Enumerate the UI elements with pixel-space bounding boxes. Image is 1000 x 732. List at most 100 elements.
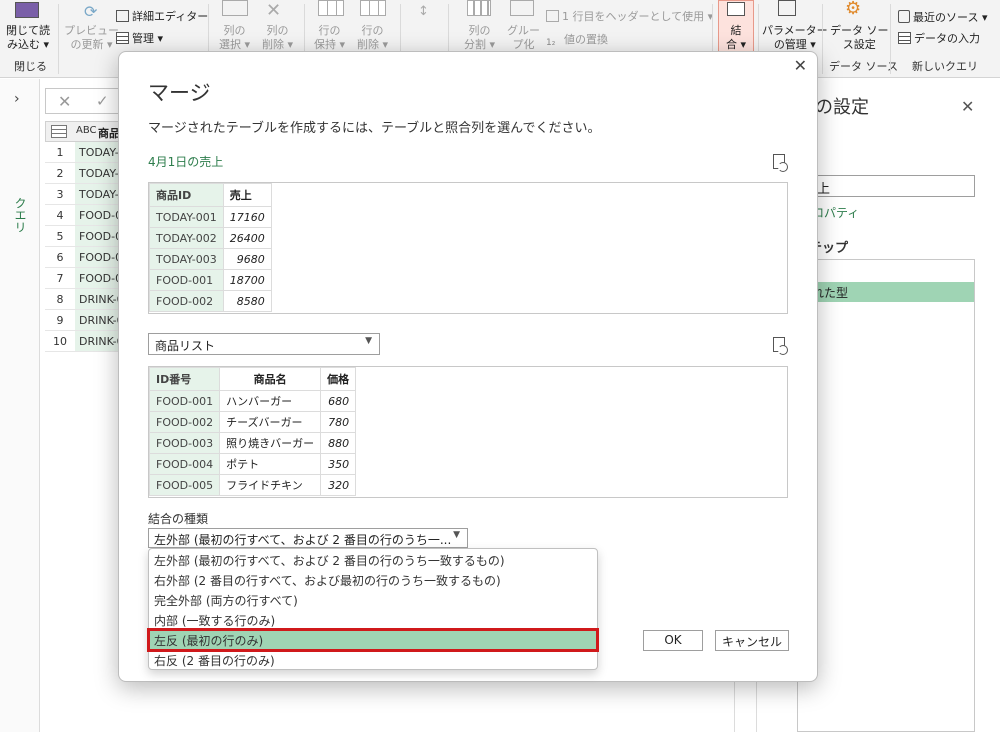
all-properties-link[interactable]: ロパティ [812, 204, 859, 221]
row-number: 3 [56, 188, 64, 201]
ok-button[interactable]: OK [643, 630, 703, 651]
table-cell: 18700 [222, 269, 272, 291]
table-row[interactable]: 5 FOOD-0 [45, 226, 125, 247]
grid-header[interactable]: ABC 商品 [45, 121, 125, 142]
join-kind-option[interactable]: 左外部 (最初の行すべて、および 2 番目の行のうち一致するもの) [149, 550, 597, 570]
text-type-icon[interactable]: ABC [76, 125, 97, 136]
table-cell: FOOD-002 [148, 411, 221, 433]
cancel-button[interactable]: キャンセル [715, 630, 789, 651]
applied-step-item[interactable]: れた型 [798, 282, 974, 302]
second-table-preview: ID番号 商品名 価格 FOOD-001 ハンバーガー 680 FOOD-002 チーズバーガ… [148, 366, 788, 498]
table-cell: ハンバーガー [219, 390, 322, 412]
group-by-label-2: プ化 [512, 38, 535, 51]
replace-values-button[interactable]: 1₂ 値の置換 [546, 33, 608, 50]
merge-label-1: 結 [730, 24, 742, 37]
row-number: 2 [56, 167, 64, 180]
ribbon-separator [822, 4, 823, 74]
chevron-down-icon: ▼ [453, 530, 460, 540]
column-header[interactable]: 売上 [222, 183, 272, 207]
close-load-button[interactable]: 閉じて読 み込む ▾ [6, 24, 50, 52]
merge-label-2: 合 ▾ [726, 38, 747, 51]
chevron-right-icon[interactable]: › [14, 91, 20, 107]
first-table-preview: 商品ID 売上 TODAY-001 17160 TODAY-002 26400 TODAY-… [148, 182, 788, 314]
join-kind-dropdown: 左外部 (最初の行すべて、および 2 番目の行のうち一致するもの) 右外部 (2 … [147, 548, 599, 670]
table-row: FOOD-002 8580 [149, 290, 272, 312]
table-cell: フライドチキン [219, 474, 322, 496]
join-kind-label: 結合の種類 [148, 512, 209, 526]
remove-columns-label-1: 列の [266, 24, 289, 37]
preview-refresh-button[interactable]: プレビュー の更新 ▾ [64, 24, 119, 52]
keep-rows-button[interactable]: 行の 保持 ▾ [314, 24, 345, 52]
split-column-label-1: 列の [468, 24, 491, 37]
table-cell: 350 [320, 453, 357, 475]
table-cell: チーズバーガー [219, 411, 322, 433]
join-kind-option[interactable]: 完全外部 (両方の行すべて) [149, 590, 597, 610]
group-label-new-query: 新しいクエリ [912, 60, 978, 73]
table-row[interactable]: 6 FOOD-0 [45, 247, 125, 268]
advanced-editor-label: 詳細エディター [132, 10, 209, 23]
table-row[interactable]: 4 FOOD-0 [45, 205, 125, 226]
row-number: 1 [56, 146, 64, 159]
refresh-preview-icon[interactable] [773, 154, 788, 172]
applied-steps-list: れた型 [797, 259, 975, 732]
table-cell: 680 [320, 390, 357, 412]
manage-button[interactable]: 管理 ▾ [116, 32, 163, 46]
table-cell: FOOD-005 [148, 474, 221, 496]
recent-sources-button[interactable]: 最近のソース ▾ [898, 10, 987, 25]
close-icon[interactable]: ✕ [794, 56, 807, 75]
table-cell: FOOD-002 [149, 290, 224, 312]
group-by-button[interactable]: グルー プ化 [507, 24, 540, 52]
row-number: 10 [53, 335, 67, 348]
second-table-select[interactable]: 商品リスト ▼ [148, 333, 380, 355]
table-row[interactable]: 9 DRINK-0 [45, 310, 125, 331]
keep-rows-icon [318, 0, 344, 16]
second-table-value: 商品リスト [155, 339, 216, 353]
enter-data-button[interactable]: データの入力 [898, 32, 980, 46]
join-kind-option[interactable]: 左反 (最初の行のみ) [147, 628, 599, 652]
remove-rows-button[interactable]: 行の 削除 ▾ [357, 24, 388, 52]
remove-rows-label-2: 削除 ▾ [357, 38, 389, 51]
merge-button[interactable]: 結 合 ▾ [726, 24, 746, 52]
table-cell: FOOD-001 [149, 269, 224, 291]
table-row[interactable]: 8 DRINK-0 [45, 289, 125, 310]
split-column-button[interactable]: 列の 分割 ▾ [464, 24, 495, 52]
queries-label[interactable]: クエリ [12, 197, 29, 233]
advanced-editor-button[interactable]: 詳細エディター [116, 10, 208, 24]
sort-icon: ↕ [418, 4, 429, 19]
group-by-label-1: グルー [507, 24, 540, 37]
remove-columns-label-2: 削除 ▾ [262, 38, 294, 51]
table-row[interactable]: 7 FOOD-0 [45, 268, 125, 289]
close-icon[interactable]: ✕ [961, 97, 974, 116]
table-row[interactable]: 2 TODAY-0 [45, 163, 125, 184]
use-first-row-button[interactable]: 1 行目をヘッダーとして使用 ▾ [546, 10, 713, 24]
merge-icon [727, 2, 745, 16]
choose-columns-button[interactable]: 列の 選択 ▾ [219, 24, 250, 52]
formula-bar[interactable]: ✕ ✓ [45, 88, 125, 114]
join-kind-select[interactable]: 左外部 (最初の行すべて、および 2 番目の行のうち一... ▼ [148, 528, 468, 548]
table-cell: TODAY-003 [149, 248, 224, 270]
advanced-editor-icon [116, 10, 129, 22]
column-header[interactable]: 商品ID [149, 183, 224, 207]
remove-columns-button[interactable]: 列の 削除 ▾ [262, 24, 293, 52]
manage-parameters-button[interactable]: パラメーター の管理 ▾ [762, 24, 828, 52]
table-row[interactable]: 3 TODAY-0 [45, 184, 125, 205]
column-header[interactable]: 価格 [320, 367, 357, 391]
column-header[interactable]: ID番号 [148, 367, 221, 391]
recent-sources-label: 最近のソース ▾ [913, 11, 988, 24]
second-table: ID番号 商品名 価格 FOOD-001 ハンバーガー 680 FOOD-002 チーズバーガ… [148, 367, 357, 496]
cancel-formula-icon[interactable]: ✕ [58, 92, 71, 111]
join-kind-option[interactable]: 右反 (2 番目の行のみ) [149, 650, 597, 670]
join-kind-option[interactable]: 右外部 (2 番目の行すべて、および最初の行のうち一致するもの) [149, 570, 597, 590]
query-name-input[interactable]: 売上 [797, 175, 975, 197]
table-menu-icon[interactable] [51, 125, 67, 138]
data-source-settings-button[interactable]: データ ソー ス設定 [830, 24, 889, 52]
confirm-formula-icon[interactable]: ✓ [96, 92, 109, 110]
data-source-settings-label-2: ス設定 [842, 38, 876, 51]
table-row[interactable]: 1 TODAY-0 [45, 142, 125, 163]
join-kind-option[interactable]: 内部 (一致する行のみ) [149, 610, 597, 630]
table-row[interactable]: 10 DRINK-0 [45, 331, 125, 352]
table-row: FOOD-002 チーズバーガー 780 [148, 411, 357, 433]
column-header[interactable]: 商品名 [219, 367, 322, 391]
refresh-preview-icon[interactable] [773, 337, 788, 355]
choose-columns-label-1: 列の [223, 24, 246, 37]
